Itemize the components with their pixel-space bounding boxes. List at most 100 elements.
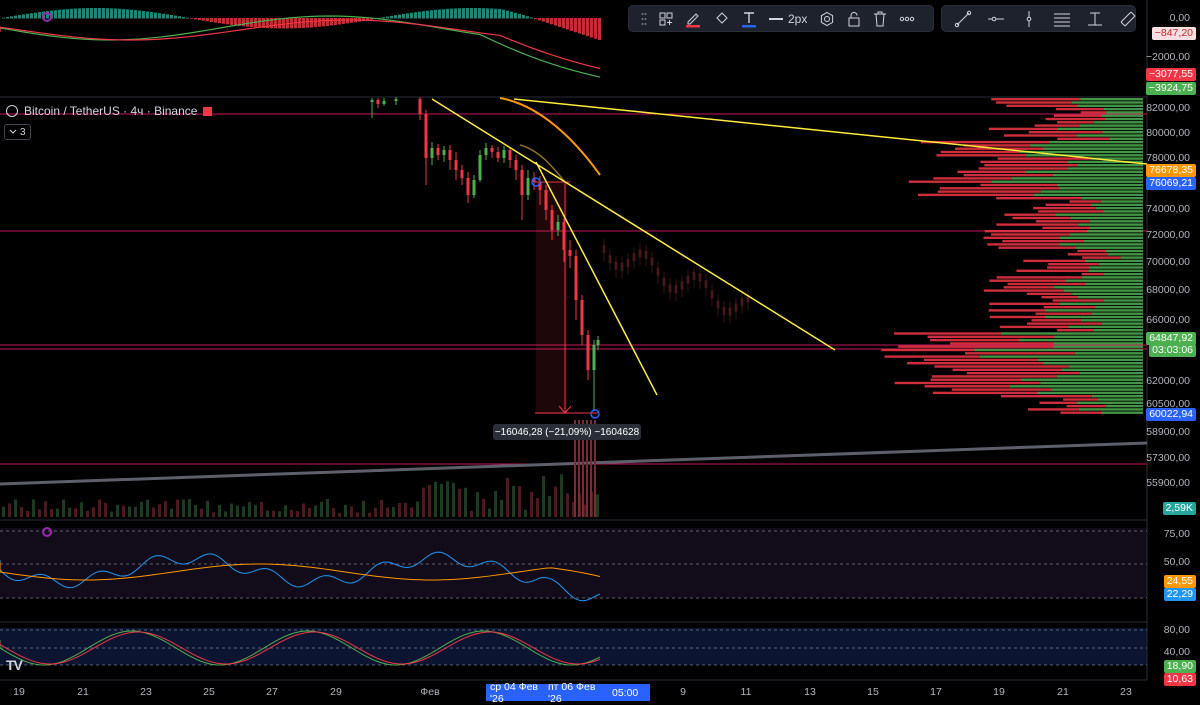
volume-bar — [530, 492, 533, 517]
low-price-tag: 60022,94 — [1146, 408, 1196, 421]
pencil-icon[interactable] — [679, 6, 707, 31]
volume-profile-bar — [1036, 313, 1092, 315]
volume-bar — [344, 505, 347, 517]
volume-bar — [512, 486, 515, 517]
volume-profile-bar — [1034, 194, 1143, 196]
price-axis-label: 55900,00 — [1146, 477, 1190, 489]
volume-bar — [104, 503, 107, 517]
volume-profile-bar — [985, 230, 1087, 232]
macd-histogram-bar — [402, 14, 405, 19]
time-axis-label: 25 — [203, 686, 215, 698]
macd-histogram-bar — [518, 14, 521, 19]
volume-profile-bar — [1072, 293, 1143, 295]
lock-icon[interactable] — [841, 6, 867, 31]
volume-bar — [398, 503, 401, 517]
volume-bar — [326, 499, 329, 517]
volume-profile-bar — [1054, 286, 1143, 288]
macd-histogram-bar — [430, 10, 433, 18]
volume-bar — [44, 501, 47, 517]
volume-bar — [548, 496, 551, 517]
macd-histogram-bar — [6, 17, 9, 18]
candle-body — [521, 170, 524, 195]
volume-bar — [260, 502, 263, 517]
volume-profile-bar — [1091, 204, 1143, 206]
date-chip-time: 05:00 — [608, 684, 650, 701]
macd-histogram-bar — [346, 18, 349, 23]
volume-profile-bar — [1019, 339, 1143, 341]
volume-profile-bar — [1089, 266, 1143, 268]
macd-histogram-bar — [58, 10, 61, 19]
macd-histogram-bar — [218, 18, 221, 23]
volume-profile-bar — [989, 280, 1065, 282]
volume-profile-bar — [934, 365, 1068, 367]
macd-histogram-bar — [114, 9, 117, 19]
volume-profile-bar — [881, 349, 974, 351]
macd-histogram-bar — [562, 18, 565, 28]
volume-profile-bar — [885, 355, 980, 357]
volume-profile-bar — [1077, 250, 1105, 252]
drag-handle[interactable] — [635, 6, 653, 31]
volume-profile-bar — [984, 237, 1060, 239]
macd-histogram-bar — [530, 17, 533, 18]
candle-body — [377, 100, 380, 104]
candle-body — [633, 253, 636, 261]
time-axis-label: 23 — [140, 686, 152, 698]
macd-histogram-bar — [570, 18, 573, 31]
volume-profile-bar — [1037, 392, 1143, 394]
anchored-text-icon[interactable] — [1080, 6, 1110, 31]
candle-body — [383, 101, 386, 104]
volume-profile-bar — [1066, 280, 1143, 282]
candle-body — [509, 150, 512, 160]
trend-line-icon[interactable] — [948, 6, 978, 31]
macd-histogram-bar — [30, 13, 33, 18]
cursor-price-tag: 76069,21 — [1146, 177, 1196, 190]
volume-profile-bar — [1063, 398, 1097, 400]
volume-bar — [494, 491, 497, 517]
candle-body — [699, 273, 702, 281]
more-icon[interactable] — [893, 6, 921, 31]
volume-profile-bar — [1110, 138, 1143, 140]
candle-body — [527, 178, 530, 195]
volume-profile-bar — [938, 190, 1041, 192]
volume-profile-bar — [975, 349, 1143, 351]
stoch-panel-bg — [0, 628, 1147, 665]
volume-profile-bar — [1057, 121, 1094, 123]
volume-bar — [356, 512, 359, 517]
text-icon[interactable] — [735, 6, 763, 31]
fill-icon[interactable] — [707, 6, 735, 31]
volume-bar — [428, 485, 431, 517]
volume-bar — [14, 500, 17, 517]
macd-histogram-bar — [490, 8, 493, 18]
macd-histogram-bar — [322, 18, 325, 26]
macd-histogram-bar — [314, 18, 317, 27]
macd-histogram-bar — [26, 14, 29, 19]
settings-icon[interactable] — [813, 6, 841, 31]
layout-icon[interactable] — [653, 6, 679, 31]
symbol-title: Bitcoin / TetherUS · 4ч · Binance — [24, 104, 197, 118]
volume-profile-bar — [1078, 223, 1143, 225]
volume-profile-bar — [1079, 372, 1143, 374]
macd-histogram-bar — [546, 18, 549, 23]
line-width-button[interactable]: 2px — [763, 6, 813, 31]
channel-icon[interactable] — [1113, 6, 1143, 31]
price-axis-label: 72000,00 — [1146, 229, 1190, 241]
macd-histogram-bar — [118, 9, 121, 19]
parallel-lines-icon[interactable] — [1047, 6, 1077, 31]
vertical-line-icon[interactable] — [1014, 6, 1044, 31]
rsi-panel-bg — [0, 528, 1147, 598]
volume-profile-bar — [1075, 352, 1143, 354]
trash-icon[interactable] — [867, 6, 893, 31]
volume-profile-bar — [1078, 296, 1143, 298]
volume-profile-bar — [1057, 184, 1143, 186]
volume-profile-bar — [1078, 164, 1143, 166]
volume-profile-bar — [1002, 240, 1083, 242]
macd-histogram-bar — [310, 18, 313, 27]
macd-histogram-bar — [534, 18, 537, 19]
volume-profile-bar — [1053, 346, 1143, 348]
symbol-legend[interactable]: Bitcoin / TetherUS · 4ч · Binance — [6, 104, 212, 118]
indicator-toggle[interactable]: 3 — [4, 124, 31, 140]
macd-histogram-bar — [590, 18, 593, 37]
horizontal-ray-icon[interactable] — [981, 6, 1011, 31]
rsi-ma-tag: 24,55 — [1164, 575, 1196, 588]
macd-histogram-bar — [282, 18, 285, 28]
